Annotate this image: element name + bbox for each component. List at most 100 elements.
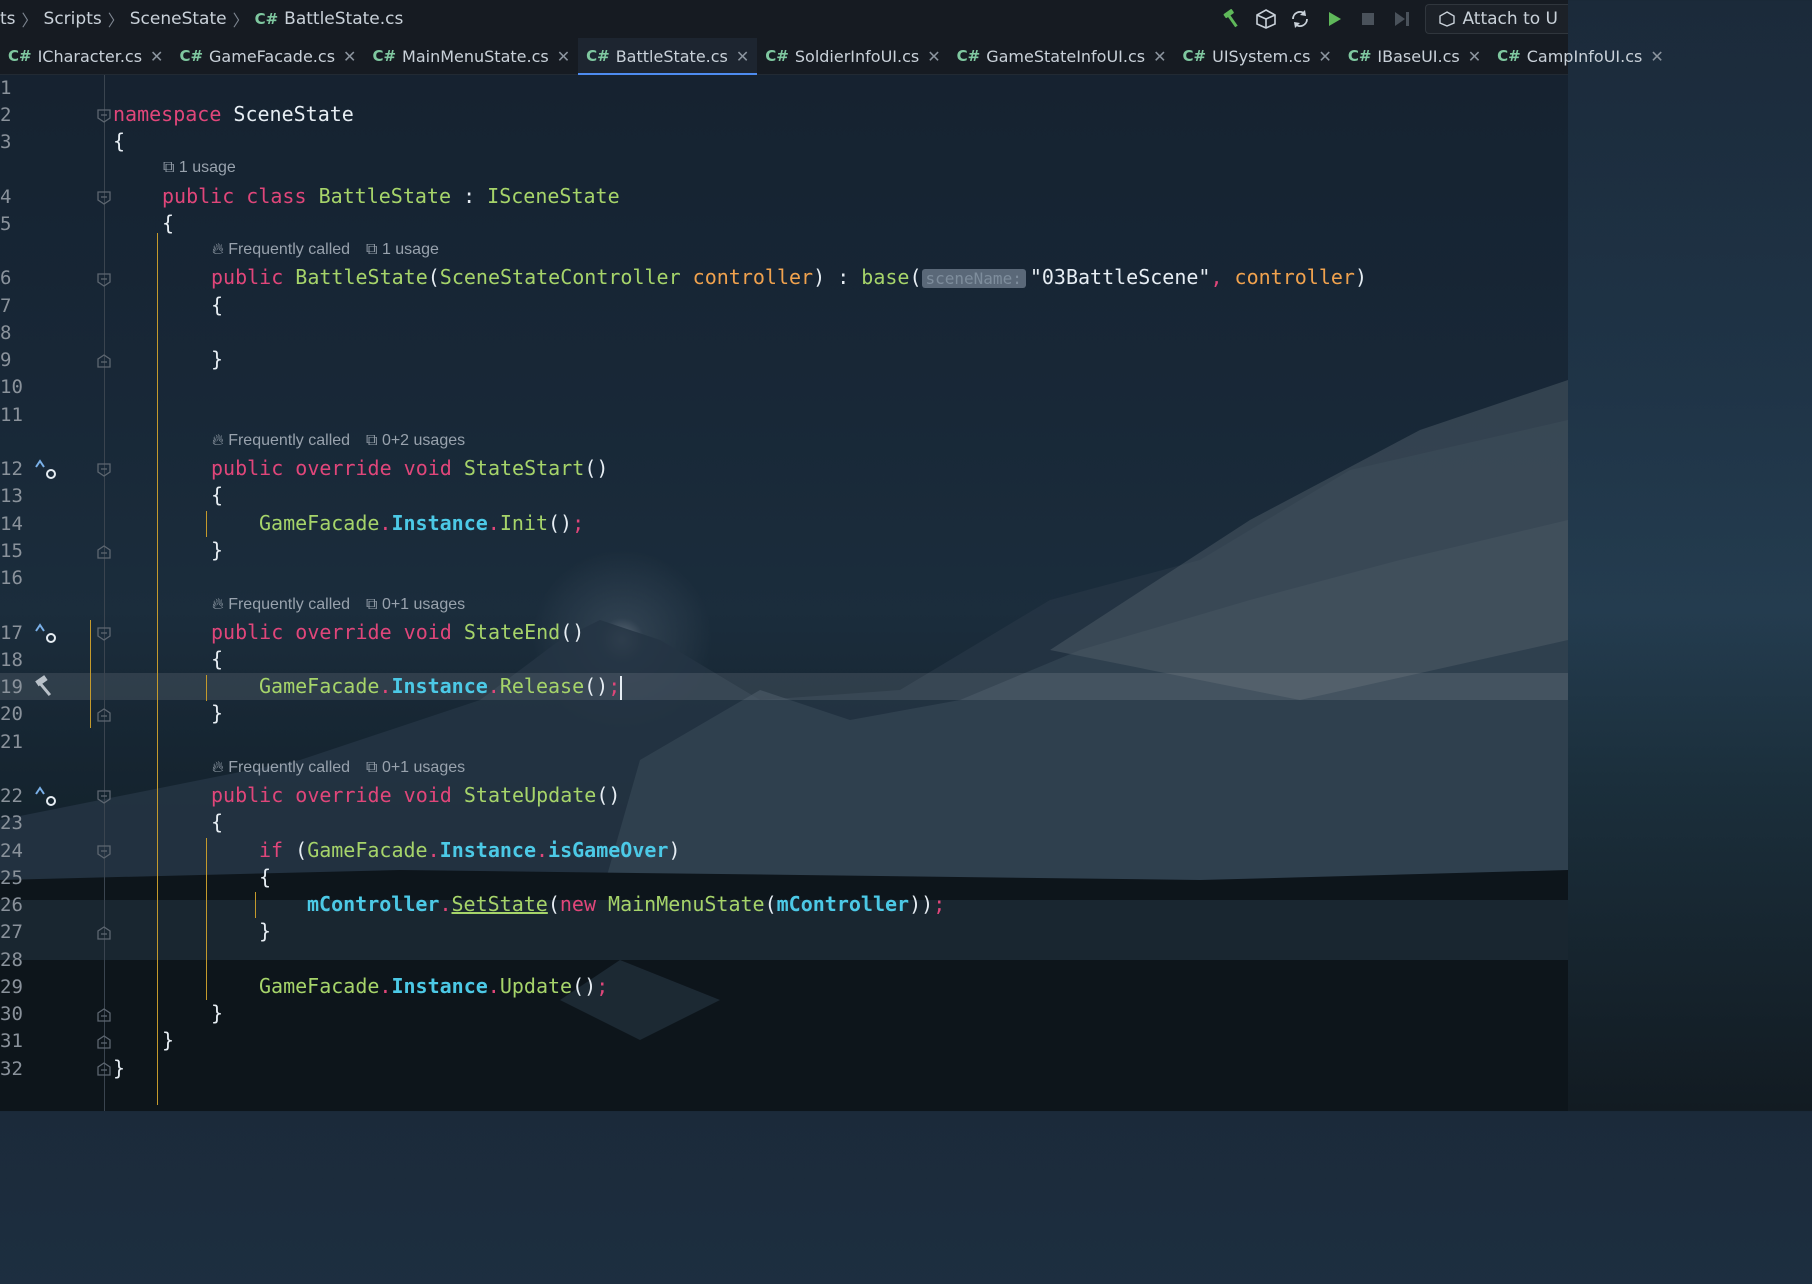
brace: { xyxy=(113,129,126,153)
line-number: 5 xyxy=(0,213,12,235)
override-marker-icon[interactable] xyxy=(34,457,58,483)
usages-hint[interactable]: ⧉ 1 usage xyxy=(163,159,236,177)
codevision-hint[interactable]: 🔥︎ Frequently called ⧉ 0+1 usages xyxy=(212,596,465,614)
code-line-30: } xyxy=(211,1001,224,1025)
usages-icon: ⧉ xyxy=(366,596,378,613)
close-icon[interactable]: ✕ xyxy=(1153,47,1166,66)
keyword: class xyxy=(246,184,307,208)
line-number: 25 xyxy=(0,867,23,889)
close-icon[interactable]: ✕ xyxy=(1650,47,1663,66)
line-number: 3 xyxy=(0,131,12,153)
fold-end-icon[interactable] xyxy=(97,1008,111,1022)
fold-marker-icon[interactable] xyxy=(97,273,111,287)
method-call: Init xyxy=(499,511,549,535)
fold-marker-icon[interactable] xyxy=(97,109,111,123)
parameter-name-inlay: sceneName: xyxy=(921,269,1026,288)
code-line-22: public override void StateUpdate() xyxy=(211,783,621,807)
unity-icon[interactable] xyxy=(1249,0,1283,38)
fold-end-icon[interactable] xyxy=(97,545,111,559)
keyword: override xyxy=(295,456,392,480)
line-number: 17 xyxy=(0,622,23,644)
hammer-icon[interactable] xyxy=(1215,0,1249,38)
usages-icon: ⧉ xyxy=(366,432,378,449)
fold-end-icon[interactable] xyxy=(97,926,111,940)
keyword: void xyxy=(403,456,452,480)
line-number: 16 xyxy=(0,567,23,589)
breadcrumb-item-root[interactable]: ts xyxy=(0,9,16,29)
tab-mainmenustate[interactable]: C# MainMenuState.cs ✕ xyxy=(364,38,578,74)
tab-label: IBaseUI.cs xyxy=(1377,46,1460,66)
close-icon[interactable]: ✕ xyxy=(150,47,163,66)
flame-icon: 🔥︎ xyxy=(212,596,224,613)
keyword: override xyxy=(295,783,392,807)
chevron-right-icon: 〉 xyxy=(232,11,249,30)
fold-marker-icon[interactable] xyxy=(97,627,111,641)
csharp-file-icon: C# xyxy=(8,47,32,65)
fold-marker-icon[interactable] xyxy=(97,463,111,477)
keyword: void xyxy=(403,783,452,807)
close-icon[interactable]: ✕ xyxy=(1318,47,1331,66)
tab-gamefacade[interactable]: C# GameFacade.cs ✕ xyxy=(171,38,364,74)
arg-name: controller xyxy=(1234,265,1355,289)
hammer-icon[interactable] xyxy=(33,675,59,699)
close-icon[interactable]: ✕ xyxy=(557,47,570,66)
code-line-20: } xyxy=(211,701,224,725)
indent-guide xyxy=(206,675,207,701)
keyword: if xyxy=(259,838,284,862)
property-ref: isGameOver xyxy=(548,838,669,862)
tab-gamestateinfoui[interactable]: C# GameStateInfoUI.cs ✕ xyxy=(949,38,1175,74)
field-ref: mController xyxy=(307,892,440,916)
class-ref: MainMenuState xyxy=(608,892,765,916)
breadcrumb-item-scenestate[interactable]: SceneState xyxy=(130,9,227,29)
line-number: 6 xyxy=(0,267,12,289)
tab-icharacter[interactable]: C# ICharacter.cs ✕ xyxy=(0,38,171,74)
codevision-hint[interactable]: 🔥︎ Frequently called ⧉ 0+1 usages xyxy=(212,759,465,777)
fold-end-icon[interactable] xyxy=(97,1062,111,1076)
change-marker xyxy=(90,620,91,728)
code-line-4: public class BattleState : ISceneState xyxy=(162,184,620,208)
param-name: controller xyxy=(692,265,814,289)
breadcrumb-item-scripts[interactable]: Scripts xyxy=(44,9,102,29)
codevision-hint[interactable]: 🔥︎ Frequently called ⧉ 1 usage xyxy=(212,241,439,259)
code-line-13: { xyxy=(211,483,224,507)
fold-end-icon[interactable] xyxy=(97,354,111,368)
csharp-file-icon: C# xyxy=(372,47,397,65)
close-icon[interactable]: ✕ xyxy=(343,47,356,66)
fold-marker-icon[interactable] xyxy=(97,191,111,205)
tab-label: UISystem.cs xyxy=(1212,46,1311,66)
class-ref: GameFacade xyxy=(307,838,428,862)
step-icon[interactable] xyxy=(1385,0,1419,38)
tab-uisystem[interactable]: C# UISystem.cs ✕ xyxy=(1175,38,1340,74)
usages-count: 0+1 usages xyxy=(381,596,466,613)
codevision-hint[interactable]: 🔥︎ Frequently called ⧉ 0+2 usages xyxy=(212,432,465,450)
tab-soldierinfoui[interactable]: C# SoldierInfoUI.cs ✕ xyxy=(757,38,948,74)
refresh-icon[interactable] xyxy=(1283,0,1317,38)
breadcrumb-item-file[interactable]: BattleState.cs xyxy=(284,9,403,29)
tab-battlestate[interactable]: C# BattleState.cs ✕ xyxy=(578,38,758,75)
csharp-file-icon: C# xyxy=(1182,47,1207,65)
code-line-3: { xyxy=(113,129,125,153)
fold-marker-icon[interactable] xyxy=(97,845,111,859)
code-line-27: } xyxy=(259,919,272,943)
csharp-file-icon: C# xyxy=(254,10,279,28)
close-icon[interactable]: ✕ xyxy=(736,47,749,66)
tab-campinfoui[interactable]: C# CampInfoUI.cs ✕ xyxy=(1489,38,1672,74)
close-icon[interactable]: ✕ xyxy=(927,47,940,66)
override-marker-icon[interactable] xyxy=(34,784,58,810)
code-editor[interactable]: 1 2 3 4 5 6 7 8 9 10 11 12 13 14 15 16 1… xyxy=(0,75,1568,1111)
code-line-18: { xyxy=(211,647,224,671)
method-call: Release xyxy=(499,674,585,698)
fold-end-icon[interactable] xyxy=(97,1035,111,1049)
close-icon[interactable]: ✕ xyxy=(1468,47,1481,66)
fold-end-icon[interactable] xyxy=(97,708,111,722)
property-ref: Instance xyxy=(391,674,488,698)
flame-icon: 🔥︎ xyxy=(212,241,224,258)
indent-guide xyxy=(255,892,256,918)
tab-ibaseui[interactable]: C# IBaseUI.cs ✕ xyxy=(1340,38,1489,74)
fold-marker-icon[interactable] xyxy=(97,790,111,804)
code-line-31: } xyxy=(162,1028,175,1052)
play-icon[interactable] xyxy=(1317,0,1351,38)
override-marker-icon[interactable] xyxy=(34,621,58,647)
attach-to-unity-button[interactable]: Attach to U xyxy=(1425,4,1568,34)
stop-icon[interactable] xyxy=(1351,0,1385,38)
